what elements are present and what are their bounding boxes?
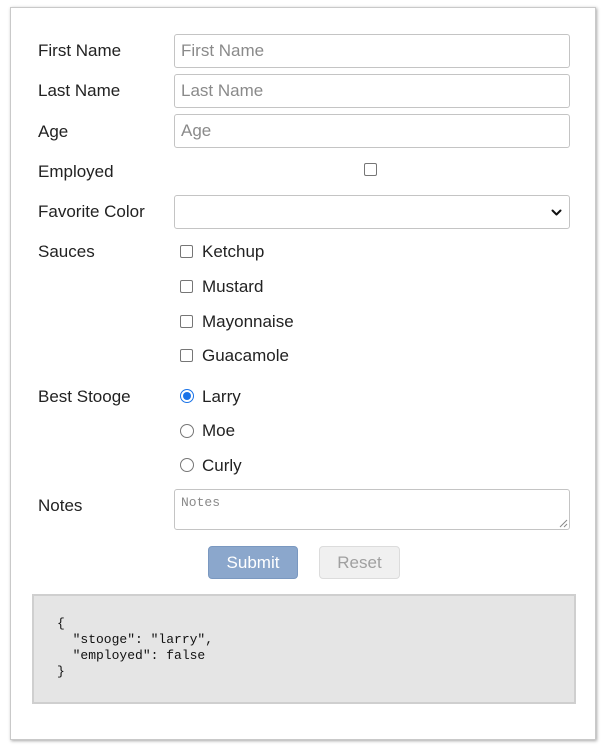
moe-radio[interactable] <box>180 424 194 438</box>
curly-label: Curly <box>202 456 242 475</box>
chevron-down-icon <box>551 209 562 216</box>
employed-checkbox[interactable] <box>364 163 377 176</box>
age-label: Age <box>38 122 69 141</box>
mayonnaise-label: Mayonnaise <box>202 312 294 331</box>
larry-label: Larry <box>202 387 241 406</box>
moe-label: Moe <box>202 421 236 440</box>
mustard-checkbox[interactable] <box>180 280 193 293</box>
favorite-color-label: Favorite Color <box>38 202 145 221</box>
best-stooge-label: Best Stooge <box>38 387 131 406</box>
curly-radio[interactable] <box>180 458 194 472</box>
sauces-label: Sauces <box>38 242 95 261</box>
last-name-label: Last Name <box>38 81 121 100</box>
age-input[interactable] <box>174 114 570 148</box>
mustard-label: Mustard <box>202 277 264 296</box>
form-card: First Name Last Name Age Employed Favori… <box>10 7 596 740</box>
mayonnaise-checkbox[interactable] <box>180 315 193 328</box>
favorite-color-select[interactable] <box>174 195 570 229</box>
submit-button[interactable]: Submit <box>208 546 298 579</box>
larry-radio[interactable] <box>180 389 194 403</box>
first-name-input[interactable] <box>174 34 570 68</box>
reset-button[interactable]: Reset <box>319 546 400 579</box>
ketchup-label: Ketchup <box>202 242 265 261</box>
ketchup-checkbox[interactable] <box>180 245 193 258</box>
guacamole-checkbox[interactable] <box>180 349 193 362</box>
resize-grip-icon[interactable] <box>558 518 568 528</box>
json-output: { "stooge": "larry", "employed": false } <box>32 594 576 704</box>
employed-label: Employed <box>38 162 114 181</box>
notes-label: Notes <box>38 496 83 515</box>
notes-textarea[interactable] <box>174 489 570 530</box>
guacamole-label: Guacamole <box>202 346 289 365</box>
first-name-label: First Name <box>38 41 122 60</box>
last-name-input[interactable] <box>174 74 570 108</box>
